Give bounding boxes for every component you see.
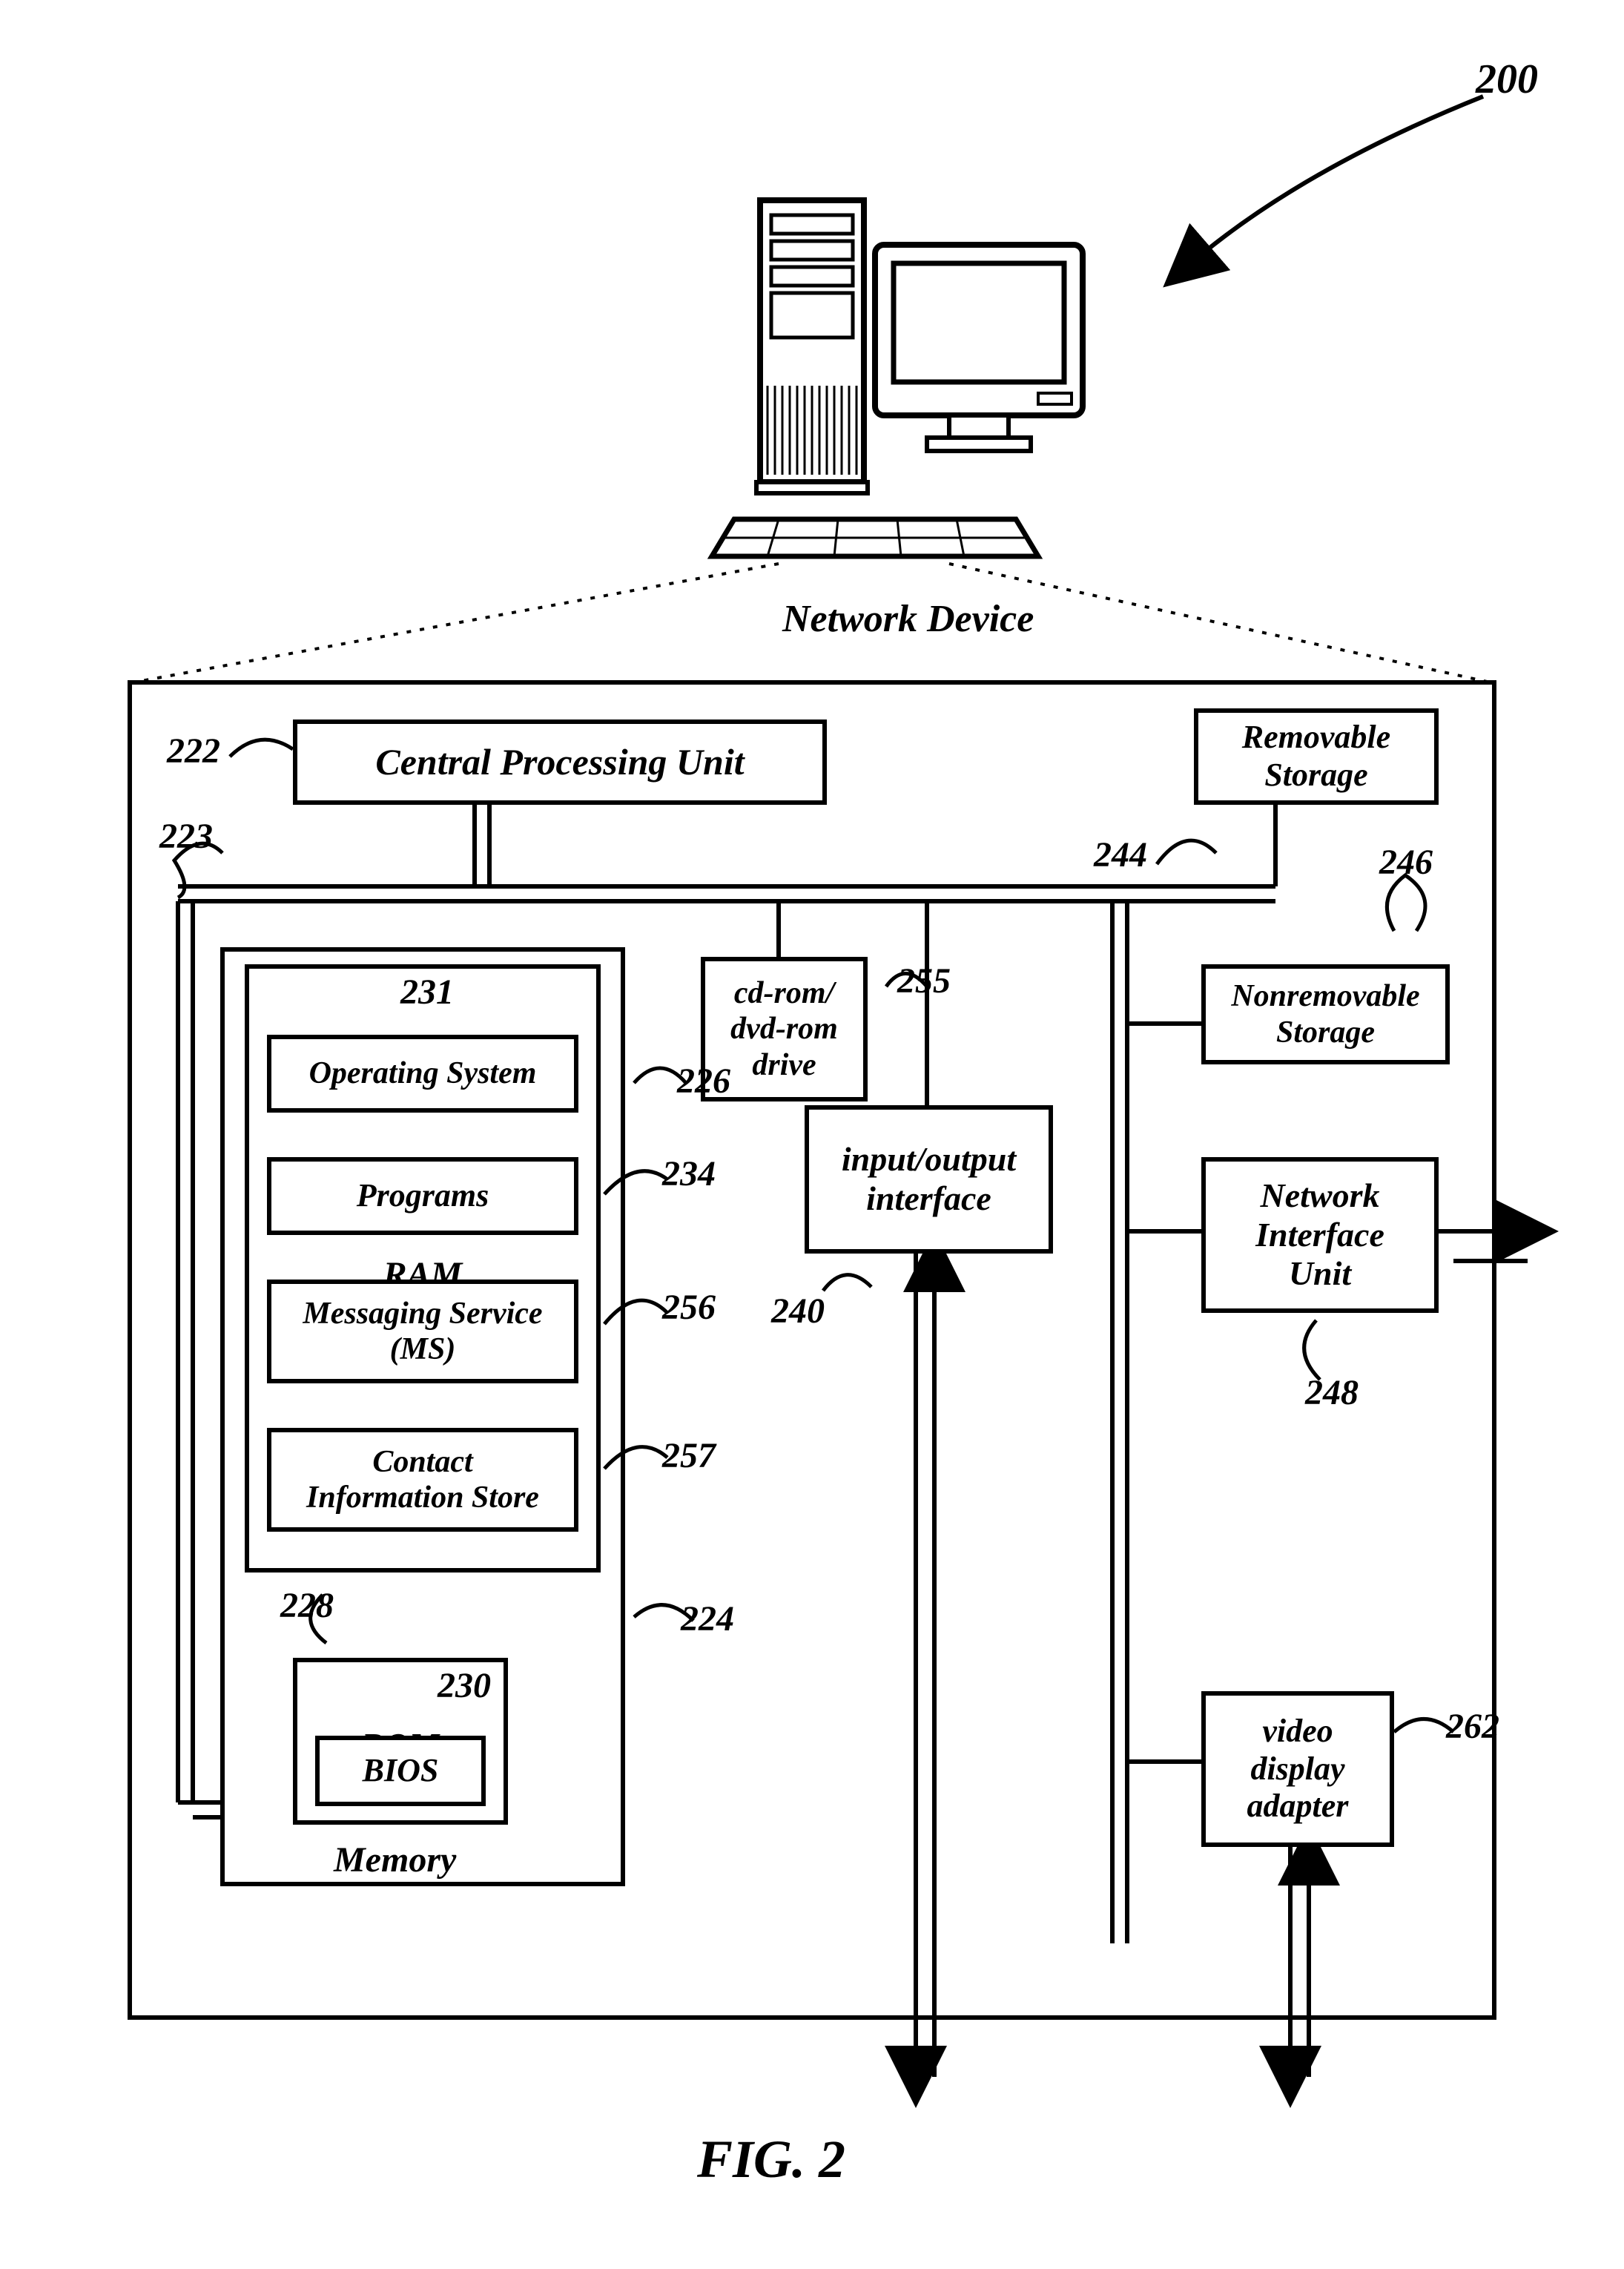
programs-label: Programs — [357, 1177, 489, 1215]
os-label: Operating System — [309, 1056, 537, 1091]
ms-label: Messaging Service (MS) — [303, 1296, 542, 1368]
ref-255: 255 — [897, 961, 951, 1001]
niu-label: Network Interface Unit — [1255, 1176, 1384, 1294]
ref-234: 234 — [662, 1153, 716, 1194]
ref-223: 223 — [159, 816, 213, 857]
niu-box: Network Interface Unit — [1201, 1157, 1439, 1313]
contact-store-box: Contact Information Store — [267, 1428, 578, 1532]
ref-226: 226 — [677, 1061, 730, 1101]
video-box: video display adapter — [1201, 1691, 1394, 1847]
os-box: Operating System — [267, 1035, 578, 1113]
bios-box: BIOS — [315, 1736, 486, 1806]
ref-244: 244 — [1094, 834, 1147, 875]
ref-228: 228 — [280, 1585, 334, 1626]
programs-box: Programs — [267, 1157, 578, 1235]
page: Network Device 200 Central Processing Un… — [0, 0, 1624, 2269]
computer-icon — [653, 171, 1097, 586]
ref-246: 246 — [1379, 842, 1433, 883]
contact-store-label: Contact Information Store — [306, 1444, 539, 1516]
memory-label: Memory — [334, 1840, 456, 1880]
ref-248: 248 — [1305, 1372, 1359, 1413]
ref-231: 231 — [400, 972, 454, 1012]
ref-200: 200 — [1476, 56, 1538, 103]
ref-262: 262 — [1446, 1706, 1499, 1747]
cdrom-label: cd-rom/ dvd-rom drive — [730, 975, 838, 1083]
ref-256: 256 — [662, 1287, 716, 1328]
ms-box: Messaging Service (MS) — [267, 1280, 578, 1383]
io-interface-box: input/output interface — [805, 1105, 1053, 1254]
removable-storage-label: Removable Storage — [1242, 719, 1390, 794]
removable-storage-box: Removable Storage — [1194, 708, 1439, 805]
cpu-box: Central Processing Unit — [293, 719, 827, 805]
ref-222: 222 — [167, 731, 220, 771]
figure-title: FIG. 2 — [697, 2129, 845, 2190]
cpu-label: Central Processing Unit — [375, 741, 744, 784]
video-label: video display adapter — [1247, 1713, 1349, 1825]
ref-224: 224 — [681, 1598, 734, 1639]
nonremovable-storage-label: Nonremovable Storage — [1231, 978, 1419, 1050]
bios-label: BIOS — [363, 1752, 439, 1790]
ref-257: 257 — [662, 1435, 716, 1476]
nonremovable-storage-box: Nonremovable Storage — [1201, 964, 1450, 1064]
network-device-label: Network Device — [782, 597, 1034, 641]
io-interface-label: input/output interface — [842, 1140, 1016, 1219]
ref-230: 230 — [438, 1665, 491, 1706]
ref-240: 240 — [771, 1291, 825, 1331]
